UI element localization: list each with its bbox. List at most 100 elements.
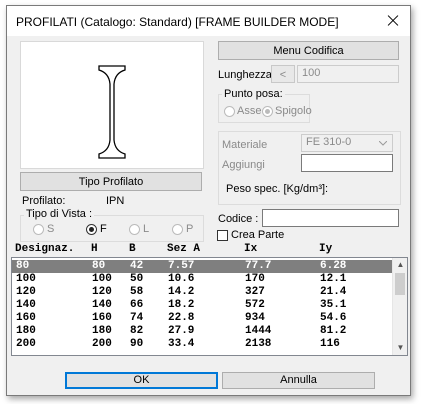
profilati-dialog: PROFILATI (Catalogo: Standard) [FRAME BU…	[6, 5, 411, 396]
table-cell: 77.7	[245, 260, 272, 272]
table-cell: 120	[92, 286, 112, 298]
profile-preview	[20, 41, 204, 169]
vista-l-label: L	[143, 223, 150, 235]
title-bar: PROFILATI (Catalogo: Standard) [FRAME BU…	[7, 6, 410, 36]
table-cell: 35.1	[320, 299, 347, 311]
table-cell: 7.57	[168, 260, 195, 272]
table-cell: 27.9	[168, 325, 195, 337]
table-row[interactable]: 80 80 42 7.57 77.7 6.28	[12, 260, 392, 273]
tipo-profilato-button[interactable]: Tipo Profilato	[20, 172, 202, 191]
table-cell: 58	[130, 286, 144, 298]
posa-asse-radio[interactable]	[224, 106, 235, 117]
table-header: Designaz. H B Sez A Ix Iy	[7, 243, 410, 257]
window-title: PROFILATI (Catalogo: Standard) [FRAME BU…	[16, 15, 339, 29]
table-cell: 74	[130, 312, 144, 324]
table-cell: 2138	[245, 338, 272, 350]
vista-p-radio[interactable]	[172, 224, 183, 235]
vista-f-radio[interactable]	[86, 224, 97, 235]
ok-label: OK	[133, 374, 150, 386]
vista-l-radio[interactable]	[129, 224, 140, 235]
table-cell: 1444	[245, 325, 272, 337]
scroll-thumb[interactable]	[395, 273, 405, 295]
table-cell: 82	[130, 325, 144, 337]
aggiungi-input[interactable]	[301, 154, 393, 172]
lunghezza-input[interactable]: 100	[297, 65, 399, 83]
table-cell: 54.6	[320, 312, 347, 324]
table-cell: 90	[130, 338, 144, 350]
vertical-scrollbar[interactable]: ▲ ▼	[392, 258, 407, 355]
table-cell: 21.4	[320, 286, 347, 298]
header-ix: Ix	[244, 243, 258, 255]
table-cell: 81.2	[320, 325, 347, 337]
table-cell: 327	[245, 286, 265, 298]
table-cell: 116	[320, 338, 340, 350]
crea-parte-checkbox[interactable]	[217, 230, 228, 241]
table-cell: 50	[130, 273, 144, 285]
table-cell: 180	[16, 325, 36, 337]
header-b: B	[129, 243, 136, 255]
posa-spigolo-radio[interactable]	[262, 106, 273, 117]
table-cell: 80	[92, 260, 106, 272]
chevron-down-icon	[379, 141, 387, 146]
table-row[interactable]: 120 120 58 14.2 327 21.4	[12, 286, 392, 299]
crea-parte-label: Crea Parte	[231, 229, 285, 241]
table-cell: 14.2	[168, 286, 195, 298]
profile-list[interactable]: 80 80 42 7.57 77.7 6.28 100 100 50 10.6 170 12.1 120…	[11, 257, 408, 356]
header-iy: Iy	[319, 243, 333, 255]
close-icon[interactable]	[382, 11, 404, 31]
scroll-up-icon[interactable]: ▲	[393, 258, 407, 272]
table-row[interactable]: 100 100 50 10.6 170 12.1	[12, 273, 392, 286]
table-cell: 42	[130, 260, 144, 272]
vista-s-radio[interactable]	[33, 224, 44, 235]
table-cell: 200	[16, 338, 36, 350]
table-cell: 18.2	[168, 299, 195, 311]
table-cell: 33.4	[168, 338, 195, 350]
scroll-down-icon[interactable]: ▼	[393, 341, 407, 355]
lunghezza-label: Lunghezza	[218, 69, 272, 81]
table-cell: 934	[245, 312, 265, 324]
vista-f-label: F	[100, 223, 107, 235]
table-cell: 200	[92, 338, 112, 350]
header-sez-a: Sez A	[167, 243, 201, 255]
table-cell: 12.1	[320, 273, 347, 285]
header-h: H	[91, 243, 98, 255]
table-cell: 66	[130, 299, 144, 311]
table-cell: 6.28	[320, 260, 347, 272]
table-cell: 180	[92, 325, 112, 337]
table-cell: 140	[92, 299, 112, 311]
table-cell: 100	[92, 273, 112, 285]
posa-asse-label: Asse	[237, 105, 262, 117]
table-row[interactable]: 180 180 82 27.9 1444 81.2	[12, 325, 392, 338]
punto-posa-label: Punto posa:	[222, 88, 285, 100]
table-cell: 80	[16, 260, 30, 272]
table-cell: 10.6	[168, 273, 195, 285]
annulla-button[interactable]: Annulla	[222, 372, 375, 389]
aggiungi-label: Aggiungi	[222, 159, 265, 171]
table-cell: 120	[16, 286, 36, 298]
table-cell: 140	[16, 299, 36, 311]
table-row[interactable]: 160 160 74 22.8 934 54.6	[12, 312, 392, 325]
lunghezza-stepper-label: <	[279, 69, 287, 81]
table-row[interactable]: 140 140 66 18.2 572 35.1	[12, 299, 392, 312]
ok-button[interactable]: OK	[65, 372, 218, 389]
table-row[interactable]: 200 200 90 33.4 2138 116	[12, 338, 392, 351]
codice-input[interactable]	[262, 209, 399, 227]
table-cell: 170	[245, 273, 265, 285]
vista-s-label: S	[47, 223, 55, 235]
table-cell: 160	[92, 312, 112, 324]
lunghezza-decrement-button[interactable]: <	[271, 65, 295, 83]
profilato-label: Profilato:	[22, 195, 66, 207]
table-cell: 160	[16, 312, 36, 324]
table-cell: 100	[16, 273, 36, 285]
tipo-vista-label: Tipo di Vista :	[24, 208, 95, 220]
posa-spigolo-label: Spigolo	[275, 105, 312, 117]
table-cell: 572	[245, 299, 265, 311]
materiale-select[interactable]: FE 310-0	[301, 134, 393, 152]
menu-codifica-button[interactable]: Menu Codifica	[218, 41, 399, 60]
vista-p-label: P	[186, 223, 194, 235]
table-cell: 22.8	[168, 312, 195, 324]
lunghezza-value: 100	[302, 67, 321, 79]
header-designaz: Designaz.	[15, 243, 75, 255]
menu-codifica-label: Menu Codifica	[273, 45, 344, 57]
i-beam-profile-icon	[98, 65, 126, 159]
